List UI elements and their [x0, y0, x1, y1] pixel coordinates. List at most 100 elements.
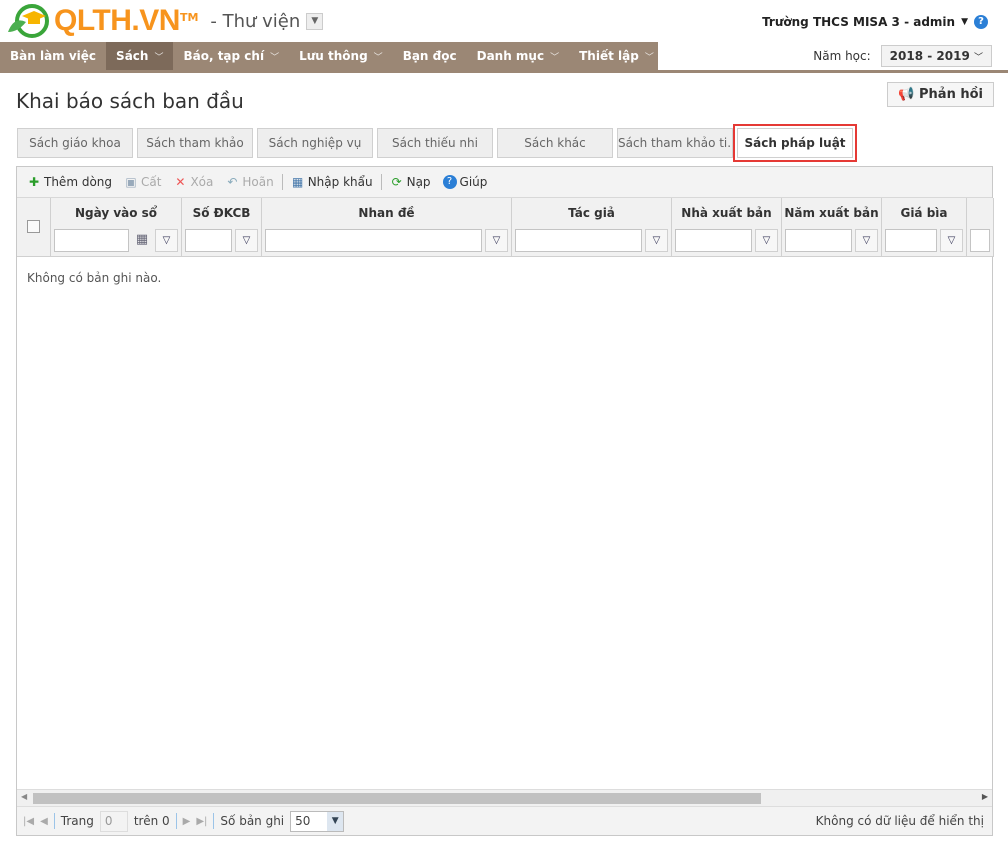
nav-item[interactable]: Sách ﹀	[106, 42, 174, 71]
nav-item-label: Báo, tạp chí	[183, 49, 265, 63]
nav-item[interactable]: Bạn đọc	[393, 42, 467, 71]
reload-icon: ⟳	[391, 175, 402, 189]
help-icon[interactable]: ?	[974, 15, 988, 29]
grid-header: Ngày vào sổ ▦ ▽ Số ĐKCB ▽ Nhan đề ▽ Tác giả ▽ Nhà…	[17, 198, 994, 257]
column-header	[967, 198, 994, 257]
tab[interactable]: Sách pháp luật	[733, 124, 857, 162]
filter-input[interactable]	[515, 229, 642, 252]
page-size-select[interactable]: 50 ▼	[290, 810, 345, 832]
help-label: Giúp	[459, 175, 488, 189]
filter-input[interactable]	[885, 229, 937, 252]
import-icon: ▦	[292, 175, 304, 189]
toolbar-separator	[281, 174, 283, 190]
import-button[interactable]: ▦ Nhập khẩu	[287, 175, 377, 189]
column-header: Nhà xuất bản ▽	[672, 198, 782, 257]
filter-input[interactable]	[970, 229, 990, 252]
column-filter: ▽	[675, 229, 778, 252]
user-name[interactable]: Trường THCS MISA 3 - admin	[762, 15, 955, 29]
last-page-icon[interactable]: ▶|	[196, 816, 207, 827]
filter-icon[interactable]: ▽	[645, 229, 668, 252]
nav-item[interactable]: Thiết lập ﹀	[569, 42, 664, 71]
filter-input[interactable]	[185, 229, 232, 252]
save-icon: ▣	[125, 175, 137, 189]
tab[interactable]: Sách tham khảo ti...	[617, 128, 733, 158]
nav-item-label: Danh mục	[476, 49, 545, 63]
chevron-down-icon: ﹀	[154, 53, 164, 63]
empty-message: Không có bản ghi nào.	[27, 271, 162, 285]
first-page-icon[interactable]: |◀	[23, 816, 34, 827]
user-menu[interactable]: Trường THCS MISA 3 - admin ▼ ?	[762, 15, 988, 29]
chevron-down-icon: ﹀	[973, 53, 983, 63]
nav-divider	[0, 70, 1008, 73]
column-title: Năm xuất bản	[784, 206, 879, 220]
chevron-down-icon: ﹀	[270, 53, 280, 63]
import-label: Nhập khẩu	[307, 175, 373, 189]
filter-input[interactable]	[265, 229, 482, 252]
calendar-icon[interactable]: ▦	[132, 229, 152, 252]
column-filter: ▽	[885, 229, 963, 252]
help-icon: ?	[442, 175, 457, 189]
feedback-button[interactable]: 📢 Phản hồi	[887, 82, 994, 107]
add-row-button[interactable]: ✚ Thêm dòng	[23, 175, 116, 189]
reload-button[interactable]: ⟳ Nạp	[386, 175, 435, 189]
nav-item[interactable]: Báo, tạp chí ﹀	[173, 42, 289, 71]
prev-page-icon[interactable]: ◀	[40, 816, 48, 827]
page-size-value: 50	[295, 814, 311, 828]
year-value: 2018 - 2019	[889, 49, 970, 63]
column-filter: ▽	[185, 229, 258, 252]
filter-input[interactable]	[54, 229, 129, 252]
pager-separator	[213, 813, 215, 829]
tab[interactable]: Sách giáo khoa	[17, 128, 133, 158]
logo[interactable]: QLTH.VN TM - Thư viện ▼	[4, 2, 324, 40]
filter-icon[interactable]: ▽	[940, 229, 963, 252]
column-title: Giá bìa	[900, 206, 948, 220]
delete-button[interactable]: ✕ Xóa	[169, 175, 217, 189]
filter-icon[interactable]: ▽	[155, 229, 178, 252]
scrollbar-thumb[interactable]	[33, 793, 761, 804]
year-select[interactable]: 2018 - 2019 ﹀	[880, 45, 992, 67]
column-header: Năm xuất bản ▽	[782, 198, 882, 257]
undo-label: Hoãn	[242, 175, 274, 189]
year-label: Năm học:	[813, 49, 871, 63]
filter-icon[interactable]: ▽	[755, 229, 778, 252]
filter-input[interactable]	[675, 229, 752, 252]
feedback-label: Phản hồi	[919, 87, 983, 102]
filter-input[interactable]	[785, 229, 852, 252]
tab[interactable]: Sách khác	[497, 128, 613, 158]
nav-item-label: Bạn đọc	[402, 49, 457, 63]
delete-icon: ✕	[175, 175, 186, 189]
delete-label: Xóa	[190, 175, 214, 189]
column-header: Giá bìa ▽	[882, 198, 967, 257]
help-button[interactable]: ? Giúp	[439, 175, 492, 189]
select-all-column	[17, 198, 51, 257]
scroll-right-icon[interactable]: ▶	[982, 792, 988, 801]
nav-item-label: Báo cáo	[673, 49, 727, 63]
nav-item-label: Bàn làm việc	[10, 49, 97, 63]
nav-item-label: Sách	[116, 49, 149, 63]
nav-item[interactable]: Bàn làm việc	[0, 42, 106, 71]
school-year: Năm học: 2018 - 2019 ﹀	[813, 45, 992, 67]
next-page-icon[interactable]: ▶	[183, 816, 191, 827]
nav-item-label: Thiết lập	[579, 49, 639, 63]
logo-icon	[4, 2, 54, 40]
filter-icon[interactable]: ▽	[485, 229, 508, 252]
filter-icon[interactable]: ▽	[235, 229, 258, 252]
tab[interactable]: Sách tham khảo	[137, 128, 253, 158]
caret-down-icon[interactable]: ▼	[961, 17, 968, 27]
module-dropdown-button[interactable]: ▼	[306, 12, 324, 30]
nav-item[interactable]: Danh mục ﹀	[467, 42, 570, 71]
nav-item[interactable]: Báo cáo	[664, 42, 737, 71]
save-button[interactable]: ▣ Cất	[120, 175, 165, 189]
toolbar-separator	[380, 174, 382, 190]
page-input[interactable]: 0	[99, 810, 128, 832]
scroll-left-icon[interactable]: ◀	[21, 792, 27, 801]
tab[interactable]: Sách thiếu nhi	[377, 128, 493, 158]
page-total: trên 0	[133, 814, 170, 828]
column-header: Số ĐKCB ▽	[182, 198, 262, 257]
undo-button[interactable]: ↶ Hoãn	[221, 175, 277, 189]
horizontal-scrollbar[interactable]: ◀ ▶	[17, 789, 992, 806]
tab[interactable]: Sách nghiệp vụ	[257, 128, 373, 158]
filter-icon[interactable]: ▽	[855, 229, 878, 252]
select-all-checkbox[interactable]	[27, 220, 40, 233]
nav-item[interactable]: Lưu thông ﹀	[289, 42, 393, 71]
